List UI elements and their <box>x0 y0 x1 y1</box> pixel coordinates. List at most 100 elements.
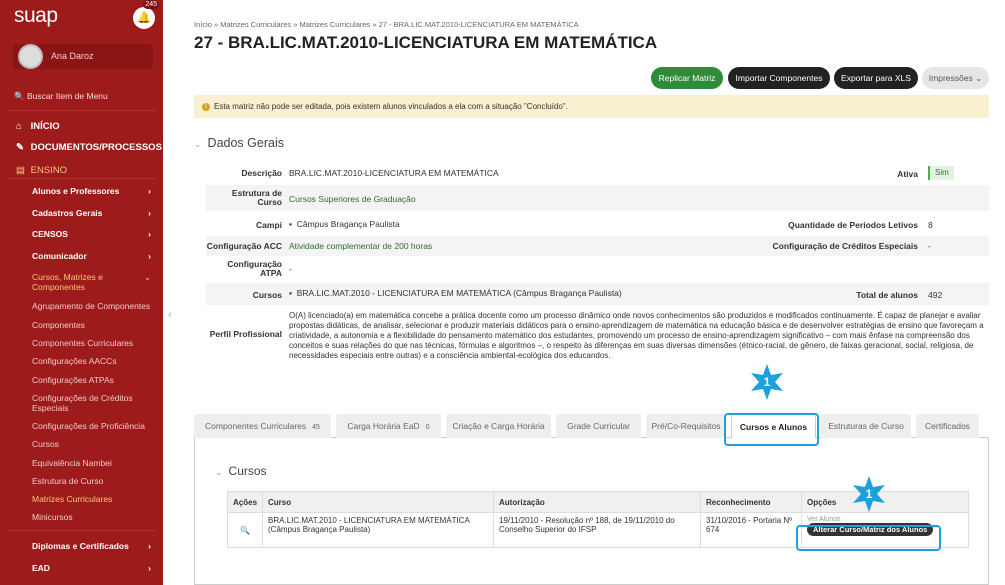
cell-curso: BRA.LIC.MAT.2010 - LICENCIATURA EM MATEM… <box>262 512 495 548</box>
sub-matrizes-curriculares[interactable]: Matrizes Curriculares <box>32 494 157 504</box>
sub-config-aaccs[interactable]: Configurações AACCs <box>32 356 157 366</box>
menu-inicio[interactable]: ⌂ INÍCIO <box>16 121 60 132</box>
cursos-section-title[interactable]: ⌄ Cursos <box>215 464 267 478</box>
chevron-right-icon: › <box>148 208 151 218</box>
warning-banner: ! Esta matriz não pode ser editada, pois … <box>194 95 989 118</box>
estrutura-link[interactable]: Cursos Superiores de Graduação <box>289 194 416 204</box>
sub-ead[interactable]: EAD › <box>32 563 157 573</box>
warning-icon: ! <box>202 102 210 111</box>
exportar-xls-button[interactable]: Exportar para XLS <box>834 67 918 89</box>
replicar-matriz-button[interactable]: Replicar Matriz <box>651 67 723 89</box>
tab-grade-curricular[interactable]: Grade Curricular <box>556 414 641 438</box>
tab-componentes-curriculares[interactable]: Componentes Curriculares 45 <box>194 414 331 438</box>
sub-componentes-curriculares[interactable]: Componentes Curriculares <box>32 338 157 348</box>
sub-label: EAD <box>32 563 50 573</box>
sub-config-creditos[interactable]: Configurações de Créditos Especiais <box>32 393 142 413</box>
creditos-value: - <box>928 241 931 251</box>
perfil-text: O(A) licenciado(a) em matemática concebe… <box>289 311 984 360</box>
document-icon: ✎ <box>16 142 24 153</box>
chevron-down-icon: ⌄ <box>215 467 223 477</box>
highlight-alterar-button <box>796 525 941 551</box>
collapse-sidebar-icon[interactable]: ‹ <box>168 309 172 321</box>
notification-count: 245 <box>143 0 159 9</box>
menu-search[interactable]: 🔍 Buscar Item de Menu <box>14 91 108 102</box>
row-atpa <box>206 257 989 283</box>
chevron-down-icon: ⌄ <box>194 139 202 149</box>
home-icon: ⌂ <box>16 121 22 132</box>
ver-alunos-link[interactable]: Ver Alunos <box>807 516 963 523</box>
chevron-right-icon: › <box>148 251 151 261</box>
sub-diplomas[interactable]: Diplomas e Certificados › <box>32 541 157 551</box>
total-alunos-label: Total de alunos <box>856 290 918 300</box>
sub-config-proficiencia[interactable]: Configurações de Proficiência <box>32 421 157 431</box>
dados-gerais-section-title[interactable]: ⌄ Dados Gerais <box>194 136 284 150</box>
descricao-label: Descrição <box>241 168 282 178</box>
acc-label: Configuração ACC <box>206 241 282 251</box>
tab-label: Componentes Curriculares <box>205 421 307 431</box>
sub-alunos-professores[interactable]: Alunos e Professores › <box>32 186 157 196</box>
warning-text: Esta matriz não pode ser editada, pois e… <box>214 102 568 111</box>
divider <box>8 110 155 111</box>
acc-link[interactable]: Atividade complementar de 200 horas <box>289 241 432 251</box>
tab-criacao-carga[interactable]: Criação e Carga Horária <box>446 414 551 438</box>
chevron-right-icon: › <box>148 541 151 551</box>
suap-logo[interactable]: suap <box>14 4 58 28</box>
sub-censos[interactable]: CENSOS › <box>32 229 157 239</box>
sub-minicursos[interactable]: Minicursos <box>32 512 157 522</box>
col-autorizacao: Autorização <box>493 491 702 513</box>
tab-pre-co-requisitos[interactable]: Pré/Co-Requisitos <box>646 414 726 438</box>
sub-componentes[interactable]: Componentes <box>32 320 157 330</box>
sub-estrutura-curso[interactable]: Estrutura de Curso <box>32 476 157 486</box>
sub-cadastros-gerais[interactable]: Cadastros Gerais › <box>32 208 157 218</box>
tab-estruturas-curso[interactable]: Estruturas de Curso <box>821 414 911 438</box>
sub-config-atpas[interactable]: Configurações ATPAs <box>32 375 157 385</box>
user-name: Ana Daroz <box>51 51 94 61</box>
ensino-icon: ▤ <box>16 165 25 176</box>
tab-label: Carga Horária EaD <box>347 421 420 431</box>
menu-inicio-label: INÍCIO <box>30 121 60 132</box>
tab-count: 45 <box>312 424 320 431</box>
sub-cursos[interactable]: Cursos <box>32 439 157 449</box>
sidebar: suap 🔔 245 Ana Daroz 🔍 Buscar Item de Men… <box>0 0 163 585</box>
notifications-bell-icon[interactable]: 🔔 245 <box>133 0 159 29</box>
sub-agrupamento[interactable]: Agrupamento de Componentes <box>32 301 157 311</box>
col-reconhecimento: Reconhecimento <box>700 491 803 513</box>
campi-value: ▪ Câmpus Bragança Paulista <box>289 219 400 229</box>
step-number: 1 <box>763 375 771 389</box>
tab-certificados[interactable]: Certificados <box>916 414 979 438</box>
view-search-icon[interactable]: 🔍 <box>226 512 264 548</box>
atpa-value: - <box>289 264 292 274</box>
periodos-label: Quantidade de Períodos Letivos <box>788 220 918 230</box>
tab-carga-horaria-ead[interactable]: Carga Horária EaD 0 <box>336 414 441 438</box>
ativa-label: Ativa <box>897 169 918 179</box>
chevron-right-icon: › <box>148 186 151 196</box>
cell-reconhecimento: 31/10/2016 - Portaria Nº 674 <box>700 512 803 548</box>
sub-label: Alunos e Professores <box>32 186 120 196</box>
tab-bar: Componentes Curriculares 45 Carga Horária… <box>194 414 989 438</box>
importar-componentes-button[interactable]: Importar Componentes <box>728 67 830 89</box>
step-marker: 1 <box>748 363 786 401</box>
total-alunos-value: 492 <box>928 290 943 300</box>
user-box[interactable]: Ana Daroz <box>13 44 153 69</box>
col-curso: Curso <box>262 491 495 513</box>
perfil-label: Perfil Profissional <box>209 329 282 339</box>
sub-cursos-matrizes[interactable]: Cursos, Matrizes e Componentes ⌄ <box>32 272 151 292</box>
cursos-section-label: Cursos <box>228 464 267 478</box>
sub-comunicador[interactable]: Comunicador › <box>32 251 157 261</box>
menu-search-placeholder: Buscar Item de Menu <box>26 91 108 101</box>
campi-label: Campi <box>256 220 282 230</box>
sub-label: Cursos, Matrizes e Componentes <box>32 272 103 292</box>
cursos-text: BRA.LIC.MAT.2010 - LICENCIATURA EM MATEM… <box>296 288 622 298</box>
cell-autorizacao: 19/11/2010 - Resolução nº 188, de 19/11/… <box>493 512 702 548</box>
estrutura-label: Estrutura de Curso <box>231 188 282 207</box>
menu-documentos[interactable]: ✎ DOCUMENTOS/PROCESSOS <box>16 142 162 153</box>
sub-equivalencia[interactable]: Equivalência Nambei <box>32 458 157 468</box>
periodos-value: 8 <box>928 220 933 230</box>
ativa-badge: Sim <box>928 166 954 180</box>
menu-ensino[interactable]: ▤ ENSINO <box>16 165 67 176</box>
creditos-label: Configuração de Créditos Especiais <box>772 241 918 251</box>
step-marker: 1 <box>850 475 888 513</box>
impressoes-dropdown[interactable]: Impressões ⌄ <box>922 67 989 89</box>
breadcrumb[interactable]: Início » Matrizes Curriculares » Matrize… <box>194 20 579 29</box>
chevron-right-icon: › <box>148 229 151 239</box>
